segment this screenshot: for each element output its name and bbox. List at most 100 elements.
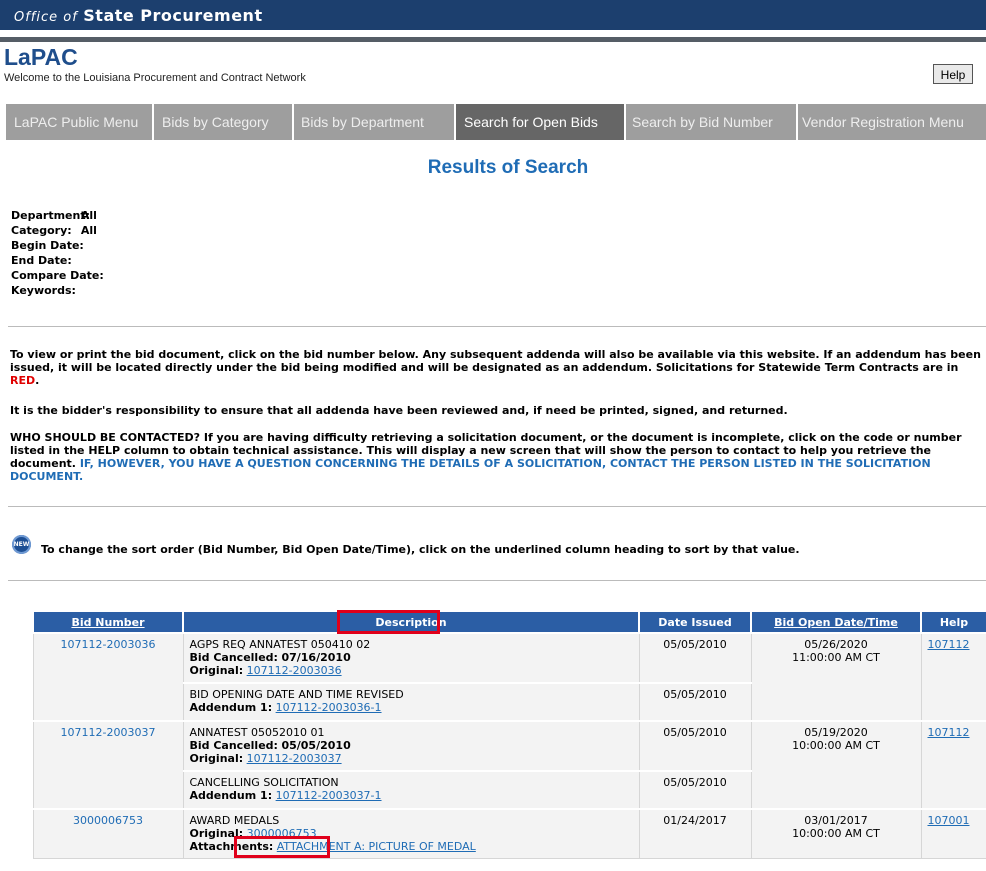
original-link[interactable]: 107112-2003036 — [247, 664, 342, 677]
column-header-date-issued: Date Issued — [638, 610, 752, 634]
table-row: 3000006753 AWARD MEDALS Original: 300000… — [32, 808, 986, 859]
tab-lapac-public-menu[interactable]: LaPAC Public Menu — [6, 104, 152, 140]
cancel-label: Bid Cancelled: — [189, 739, 278, 752]
search-criteria: Department: All Category: All Begin Date… — [11, 208, 104, 298]
addendum-cell: BID OPENING DATE AND TIME REVISED Addend… — [182, 682, 640, 722]
open-date: 03/01/2017 — [804, 814, 868, 827]
bid-number-cell[interactable]: 107112-2003037 — [32, 720, 184, 810]
description-cell: AGPS REQ ANNATEST 050410 02 Bid Cancelle… — [182, 632, 640, 684]
bid-number[interactable]: 107112-2003037 — [61, 726, 156, 739]
help-code-link[interactable]: 107112 — [928, 726, 970, 739]
instructions-paragraph: To view or print the bid document, click… — [10, 348, 986, 387]
table-header-row: Bid Number Description Date Issued Bid O… — [32, 610, 986, 634]
addendum-title: BID OPENING DATE AND TIME REVISED — [189, 688, 404, 701]
bid-number-cell[interactable]: 3000006753 — [32, 808, 184, 859]
sort-note: To change the sort order (Bid Number, Bi… — [41, 543, 800, 556]
date-issued-header-label: Date Issued — [658, 615, 732, 629]
tab-label: Vendor Registration Menu — [802, 114, 964, 130]
date-issued-cell: 05/05/2010 — [638, 682, 752, 722]
column-header-bid-number[interactable]: Bid Number — [32, 610, 184, 634]
instructions-period: . — [35, 374, 40, 387]
criteria-label: Keywords: — [11, 284, 76, 297]
column-header-bid-open[interactable]: Bid Open Date/Time — [750, 610, 922, 634]
sort-bid-number-link[interactable]: Bid Number — [71, 616, 144, 629]
addendum-link[interactable]: 107112-2003036-1 — [276, 701, 382, 714]
tab-search-by-bid-number[interactable]: Search by Bid Number — [624, 104, 796, 140]
tab-search-open-bids[interactable]: Search for Open Bids — [454, 104, 624, 140]
help-button[interactable]: Help — [933, 64, 973, 84]
original-link[interactable]: 107112-2003037 — [247, 752, 342, 765]
original-label: Original: — [189, 752, 244, 765]
help-code-link[interactable]: 107112 — [928, 638, 970, 651]
sort-bid-open-link[interactable]: Bid Open Date/Time — [774, 616, 898, 629]
instructions-text: To view or print the bid document, click… — [10, 348, 981, 374]
table-row: 107112-2003037 ANNATEST 05052010 01 Bid … — [32, 720, 986, 810]
date-issued-cell: 05/05/2010 — [638, 632, 752, 684]
date-issued-cell: 01/24/2017 — [638, 808, 752, 859]
addendum-link[interactable]: 107112-2003037-1 — [276, 789, 382, 802]
criteria-label: Compare Date: — [11, 269, 104, 282]
bid-number[interactable]: 3000006753 — [73, 814, 143, 827]
contact-paragraph: WHO SHOULD BE CONTACTED? If you are havi… — [10, 431, 986, 483]
addendum-label: Addendum 1: — [189, 701, 273, 714]
tab-label: Bids by Category — [162, 114, 269, 130]
header-divider — [0, 37, 986, 42]
help-cell[interactable]: 107001 — [920, 808, 986, 859]
tab-label: Search for Open Bids — [464, 114, 598, 130]
bid-open-cell: 03/01/2017 10:00:00 AM CT — [750, 808, 922, 859]
office-title: Office of State Procurement — [14, 6, 263, 25]
welcome-text: Welcome to the Louisiana Procurement and… — [4, 72, 306, 84]
addenda-responsibility-paragraph: It is the bidder's responsibility to ens… — [10, 404, 788, 417]
date-issued-cell: 05/05/2010 — [638, 720, 752, 772]
divider — [8, 506, 986, 507]
date-issued-cell: 05/05/2010 — [638, 770, 752, 810]
addendum-label: Addendum 1: — [189, 789, 273, 802]
bid-open-cell: 05/19/2020 10:00:00 AM CT — [750, 720, 922, 810]
nav-tabs: LaPAC Public Menu Bids by Category Bids … — [6, 104, 986, 140]
criteria-label: Department: — [11, 209, 90, 222]
app-title: LaPAC — [4, 44, 78, 70]
bid-number-cell[interactable]: 107112-2003036 — [32, 632, 184, 722]
open-date: 05/19/2020 — [804, 726, 868, 739]
addendum-cell: CANCELLING SOLICITATION Addendum 1: 1071… — [182, 770, 640, 810]
criteria-value: All — [80, 224, 97, 237]
bid-title: AGPS REQ ANNATEST 050410 02 — [189, 638, 371, 651]
cancel-date: 07/16/2010 — [281, 651, 351, 664]
open-time: 10:00:00 AM CT — [792, 827, 880, 840]
open-time: 11:00:00 AM CT — [792, 651, 880, 664]
help-header-label: Help — [939, 615, 969, 629]
divider — [8, 580, 986, 581]
tab-label: Search by Bid Number — [632, 114, 773, 130]
highlight-box-description — [337, 610, 440, 634]
office-name: State Procurement — [83, 6, 263, 25]
statewide-red-label: RED — [10, 374, 36, 387]
tab-label: Bids by Department — [301, 114, 424, 130]
bid-title: AWARD MEDALS — [189, 814, 280, 827]
bid-number[interactable]: 107112-2003036 — [61, 638, 156, 651]
contact-notice: IF, HOWEVER, YOU HAVE A QUESTION CONCERN… — [10, 457, 931, 483]
column-header-help: Help — [920, 610, 986, 634]
tab-label: LaPAC Public Menu — [14, 114, 139, 130]
tab-bids-by-category[interactable]: Bids by Category — [152, 104, 292, 140]
highlight-box-original-link — [234, 836, 330, 858]
bid-open-cell: 05/26/2020 11:00:00 AM CT — [750, 632, 922, 722]
criteria-label: Begin Date: — [11, 239, 84, 252]
divider — [8, 326, 986, 327]
addendum-title: CANCELLING SOLICITATION — [189, 776, 339, 789]
tab-vendor-registration-menu[interactable]: Vendor Registration Menu — [796, 104, 986, 140]
new-badge-icon: NEW — [12, 535, 31, 554]
description-cell: ANNATEST 05052010 01 Bid Cancelled: 05/0… — [182, 720, 640, 772]
open-time: 10:00:00 AM CT — [792, 739, 880, 752]
help-code-link[interactable]: 107001 — [928, 814, 970, 827]
tab-bids-by-department[interactable]: Bids by Department — [292, 104, 454, 140]
office-header-bar: Office of State Procurement — [0, 0, 986, 30]
bid-title: ANNATEST 05052010 01 — [189, 726, 325, 739]
cancel-label: Bid Cancelled: — [189, 651, 278, 664]
cancel-date: 05/05/2010 — [281, 739, 351, 752]
criteria-label: Category: — [11, 224, 72, 237]
help-cell[interactable]: 107112 — [920, 632, 986, 722]
results-table: Bid Number Description Date Issued Bid O… — [32, 610, 986, 859]
help-cell[interactable]: 107112 — [920, 720, 986, 810]
original-label: Original: — [189, 664, 244, 677]
table-row: 107112-2003036 AGPS REQ ANNATEST 050410 … — [32, 632, 986, 722]
